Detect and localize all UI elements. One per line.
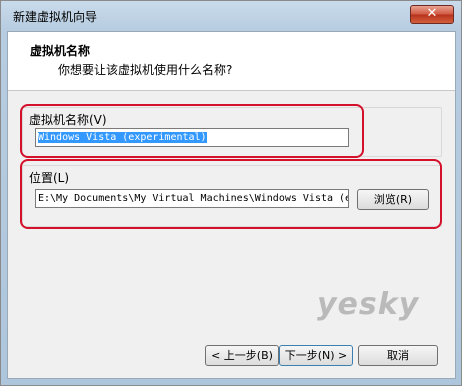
next-button[interactable]: 下一步(N) > [279,345,353,366]
wizard-window: 新建虚拟机向导 ✕ 虚拟机名称 你想要让该虚拟机使用什么名称? 虚拟机名称(V)… [0,0,462,386]
window-title: 新建虚拟机向导 [13,10,98,24]
highlight-name-annotation [20,104,364,158]
title-bar[interactable]: 新建虚拟机向导 ✕ [1,1,461,31]
close-icon: ✕ [426,6,438,21]
page-subtitle: 你想要让该虚拟机使用什么名称? [58,63,233,77]
page-title: 虚拟机名称 [30,44,91,58]
highlight-location-annotation [20,159,442,229]
wizard-header: 虚拟机名称 你想要让该虚拟机使用什么名称? [8,32,455,91]
cancel-button[interactable]: 取消 [358,345,438,366]
back-button[interactable]: < 上一步(B) [205,345,279,366]
watermark-logo: yesky [317,287,420,322]
close-button[interactable]: ✕ [410,5,454,24]
